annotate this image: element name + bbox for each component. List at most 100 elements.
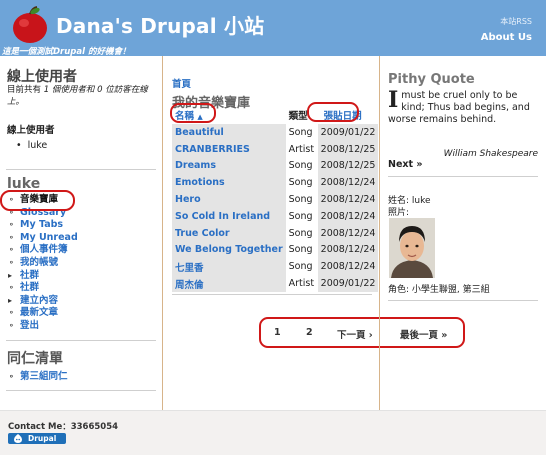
table-cell-name: Hero bbox=[172, 191, 286, 208]
user-menu-item[interactable]: ⚬ 最新文章 bbox=[8, 307, 78, 320]
user-menu-label[interactable]: 我的帳號 bbox=[20, 257, 58, 268]
bullet-icon: ⚬ bbox=[8, 257, 15, 267]
user-menu-label[interactable]: 社群 bbox=[20, 270, 39, 281]
rss-link[interactable]: 本站RSS bbox=[500, 16, 532, 27]
friends-item-label[interactable]: 第三組同仁 bbox=[20, 371, 68, 382]
user-count: 1 bbox=[43, 85, 50, 95]
divider bbox=[6, 169, 156, 170]
bullet-icon: ▸ bbox=[8, 270, 13, 280]
user-menu-item[interactable]: ▸ 社群 bbox=[8, 270, 78, 283]
highlight-circle bbox=[307, 102, 359, 122]
user-menu-label[interactable]: My Unread bbox=[20, 232, 78, 243]
summary-prefix: 目前共有 bbox=[7, 85, 42, 95]
table-cell-type: Song bbox=[288, 210, 313, 222]
table-cell-name: We Belong Together bbox=[172, 241, 286, 259]
table-cell-name: CRANBERRIES bbox=[172, 140, 286, 158]
table-row: Hero Song 2008/12/24 bbox=[172, 191, 379, 208]
apple-logo-icon[interactable] bbox=[10, 4, 50, 44]
table-cell-date: 2009/01/22 bbox=[317, 124, 379, 141]
table-cell-name: So Cold In Ireland bbox=[172, 207, 286, 225]
bullet-icon: ⚬ bbox=[8, 308, 15, 318]
quote-text: I must be cruel only to be kind; Thus ba… bbox=[388, 89, 540, 126]
bullet-icon: ⚬ bbox=[8, 320, 15, 330]
bullet-icon: ⚬ bbox=[8, 245, 15, 255]
friends-item[interactable]: ⚬ 第三組同仁 bbox=[8, 368, 68, 382]
music-item-link[interactable]: We Belong Together bbox=[175, 244, 283, 255]
music-item-link[interactable]: 周杰倫 bbox=[175, 280, 204, 291]
music-item-link[interactable]: Emotions bbox=[175, 177, 225, 188]
table-row: We Belong Together Song 2008/12/24 bbox=[172, 241, 379, 259]
table-cell-type: Song bbox=[285, 191, 318, 208]
pager-page-2[interactable]: 2 bbox=[306, 327, 313, 338]
user-menu-label[interactable]: 建立內容 bbox=[20, 295, 58, 306]
table-cell-name: Beautiful bbox=[172, 124, 286, 141]
user-menu-label[interactable]: 個人事件簿 bbox=[20, 244, 68, 255]
pager-next[interactable]: 下一頁 › bbox=[337, 327, 373, 341]
user-menu-label[interactable]: 登出 bbox=[20, 320, 39, 331]
user-menu-label[interactable]: 最新文章 bbox=[20, 307, 58, 318]
table-row: Beautiful Song 2009/01/22 bbox=[172, 124, 379, 141]
friends-title: 同仁清單 bbox=[7, 351, 63, 367]
table-cell-type: Song bbox=[285, 258, 318, 276]
quote-body-text: must be cruel only to be kind; Thus bad … bbox=[388, 90, 530, 125]
music-item-link[interactable]: True Color bbox=[175, 228, 230, 239]
drupal-drop-icon bbox=[14, 434, 22, 443]
site-footer: Contact Me：33665054 Drupal bbox=[0, 410, 546, 455]
quote-title: Pithy Quote bbox=[388, 72, 475, 87]
table-cell-name: Dreams bbox=[172, 157, 286, 175]
user-menu-label[interactable]: My Tabs bbox=[20, 219, 63, 230]
table-cell-date: 2008/12/25 bbox=[317, 140, 379, 158]
user-menu-item[interactable]: ⚬ My Tabs bbox=[8, 219, 78, 232]
bullet-icon: ▸ bbox=[8, 295, 13, 305]
online-user-item[interactable]: luke bbox=[16, 140, 48, 151]
pager-page-1[interactable]: 1 bbox=[274, 327, 281, 338]
guest-count: 0 bbox=[97, 85, 103, 95]
music-item-link[interactable]: So Cold In Ireland bbox=[175, 211, 270, 222]
drupal-badge-label: Drupal bbox=[28, 434, 57, 443]
table-cell-date: 2008/12/24 bbox=[317, 224, 379, 242]
breadcrumb-home[interactable]: 首頁 bbox=[172, 76, 191, 90]
divider bbox=[388, 176, 538, 177]
site-name[interactable]: Dana's Drupal 小站 bbox=[56, 10, 264, 39]
bullet-icon: ⚬ bbox=[8, 220, 15, 230]
user-menu-item[interactable]: ⚬ My Unread bbox=[8, 232, 78, 245]
music-item-link[interactable]: Dreams bbox=[175, 160, 216, 171]
about-us-link[interactable]: About Us bbox=[481, 32, 532, 43]
powered-by-drupal-badge[interactable]: Drupal bbox=[8, 433, 66, 444]
table-cell-name: True Color bbox=[172, 224, 286, 242]
music-item-link[interactable]: CRANBERRIES bbox=[175, 144, 250, 155]
left-sidebar: 線上使用者 目前共有 1 個使用者和 0 位訪客在線上。 線上使用者 luke … bbox=[0, 56, 163, 410]
user-menu-item[interactable]: ⚬ 我的帳號 bbox=[8, 257, 78, 270]
bullet-icon: ⚬ bbox=[8, 283, 15, 293]
music-item-link[interactable]: 七里香 bbox=[175, 263, 204, 274]
table-cell-date: 2009/01/22 bbox=[317, 275, 379, 292]
table-cell-name: Emotions bbox=[172, 174, 286, 192]
profile-role: 角色: 小學生聯盟, 第三組 bbox=[388, 285, 490, 295]
user-menu-item[interactable]: ⚬ 社群 bbox=[8, 282, 78, 295]
music-item-link[interactable]: Beautiful bbox=[175, 127, 224, 138]
online-users-subtitle: 線上使用者 bbox=[7, 125, 55, 136]
table-row: Emotions Song 2008/12/24 bbox=[172, 174, 379, 192]
table-cell-date: 2008/12/24 bbox=[317, 174, 379, 192]
table-cell-date: 2008/12/24 bbox=[317, 207, 379, 225]
quote-next-link[interactable]: Next » bbox=[388, 159, 423, 170]
bullet-icon: ⚬ bbox=[8, 232, 15, 242]
table-cell-type: Song bbox=[285, 124, 318, 141]
divider bbox=[6, 390, 156, 391]
quote-author: William Shakespeare bbox=[443, 149, 538, 159]
music-table-body: Beautiful Song 2009/01/22 CRANBERRIES Artist… bbox=[172, 124, 379, 292]
profile-photo-label: 照片: bbox=[388, 208, 410, 218]
table-cell-date: 2008/12/24 bbox=[317, 241, 379, 259]
divider bbox=[172, 294, 372, 295]
user-menu-item[interactable]: ⚬ 登出 bbox=[8, 320, 78, 333]
table-row: Dreams Song 2008/12/25 bbox=[172, 157, 379, 175]
online-users-title: 線上使用者 bbox=[7, 69, 77, 85]
user-menu-item[interactable]: ⚬ 個人事件簿 bbox=[8, 244, 78, 257]
table-row: 周杰倫 Artist 2009/01/22 bbox=[172, 275, 379, 292]
table-row: So Cold In Ireland Song 2008/12/24 bbox=[172, 207, 379, 225]
music-item-link[interactable]: Hero bbox=[175, 194, 201, 205]
right-sidebar: Pithy Quote I must be cruel only to be k… bbox=[379, 56, 546, 410]
user-menu-label[interactable]: 社群 bbox=[20, 282, 39, 293]
user-menu-item[interactable]: ▸ 建立內容 bbox=[8, 295, 78, 308]
main-content: 首頁 我的音樂寶庫 名稱 ▲ 類型 張貼日期 Beautiful Song 2009… bbox=[164, 56, 465, 410]
